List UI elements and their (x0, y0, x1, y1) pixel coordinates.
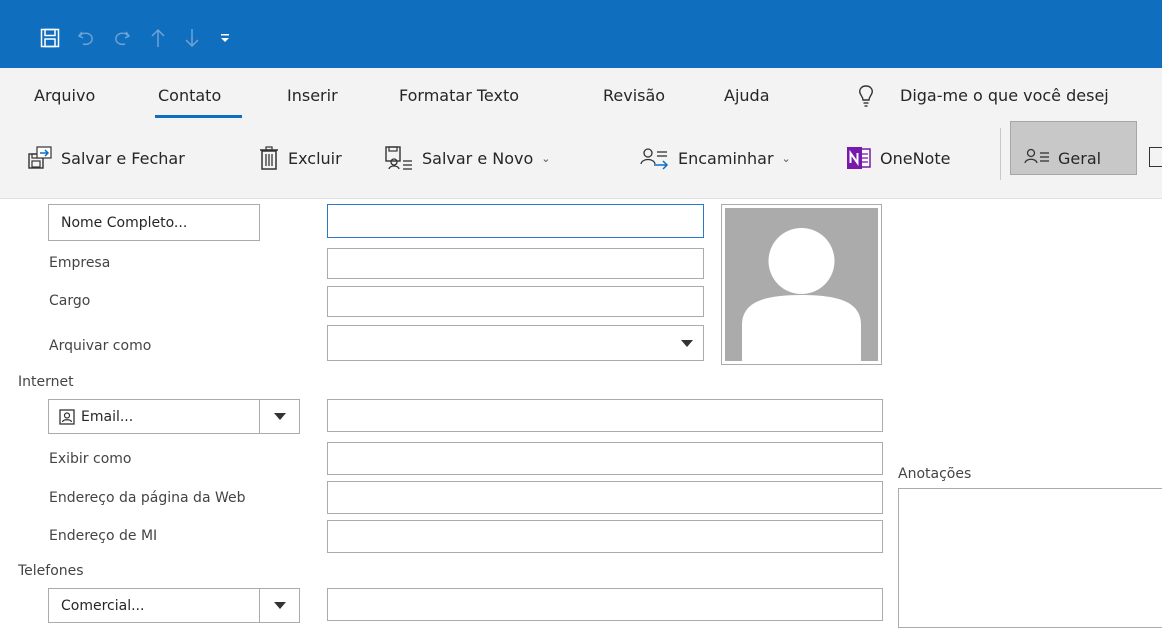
delete-button[interactable]: Excluir (258, 140, 342, 176)
trash-icon (258, 145, 280, 171)
dropdown-arrow-icon (681, 340, 693, 347)
tab-arquivo[interactable]: Arquivo (34, 86, 95, 105)
job-title-label: Cargo (49, 293, 91, 309)
phones-section-title: Telefones (18, 563, 84, 579)
undo-icon[interactable] (74, 26, 98, 50)
contact-card-icon (1024, 147, 1050, 169)
tab-ajuda[interactable]: Ajuda (724, 86, 770, 105)
save-icon[interactable] (38, 26, 62, 50)
notes-label: Anotações (898, 466, 972, 482)
email-input[interactable] (327, 399, 883, 432)
tab-inserir[interactable]: Inserir (287, 86, 338, 105)
forward-label: Encaminhar (678, 148, 774, 168)
internet-section-title: Internet (18, 374, 74, 390)
tab-contato[interactable]: Contato (158, 86, 221, 105)
email-label: Email... (81, 408, 134, 425)
address-card-icon (59, 408, 75, 425)
ribbon-divider (1000, 128, 1001, 180)
im-address-input[interactable] (327, 520, 883, 553)
forward-button[interactable]: Encaminhar ⌄ (640, 140, 791, 176)
file-as-select[interactable] (327, 325, 704, 361)
email-button[interactable]: Email... (48, 399, 260, 434)
forward-contact-icon (640, 145, 670, 171)
onenote-button[interactable]: OneNote (846, 140, 950, 176)
web-page-label: Endereço da página da Web (49, 490, 246, 506)
up-arrow-icon[interactable] (146, 26, 170, 50)
onenote-icon (846, 146, 872, 170)
general-button[interactable]: Geral (1024, 140, 1101, 176)
display-as-label: Exibir como (49, 451, 132, 467)
display-as-input[interactable] (327, 442, 883, 475)
general-label: Geral (1058, 148, 1102, 168)
down-arrow-icon[interactable] (180, 26, 204, 50)
save-close-icon (27, 145, 53, 171)
business-phone-button[interactable]: Comercial... (48, 588, 260, 623)
title-bar (0, 0, 1162, 68)
onenote-label: OneNote (880, 148, 951, 168)
full-name-input[interactable] (327, 204, 704, 238)
job-title-input[interactable] (327, 286, 704, 317)
file-as-label: Arquivar como (49, 338, 152, 354)
redo-icon[interactable] (110, 26, 134, 50)
save-new-button[interactable]: Salvar e Novo ⌄ (384, 140, 551, 176)
save-close-label: Salvar e Fechar (61, 148, 185, 168)
company-label: Empresa (49, 255, 111, 271)
dropdown-arrow-icon (273, 413, 286, 420)
save-new-icon (384, 145, 414, 171)
customize-icon[interactable] (216, 26, 234, 50)
contact-photo[interactable] (721, 204, 882, 365)
company-input[interactable] (327, 248, 704, 279)
chevron-down-icon[interactable]: ⌄ (541, 152, 550, 165)
tell-me-search[interactable]: Diga-me o que você desej (900, 86, 1109, 105)
lightbulb-icon[interactable] (857, 84, 875, 112)
dropdown-arrow-icon (273, 602, 286, 609)
business-phone-dropdown-button[interactable] (259, 588, 300, 623)
delete-label: Excluir (288, 148, 342, 168)
full-name-button[interactable]: Nome Completo... (48, 204, 260, 241)
person-silhouette-icon (725, 208, 878, 361)
im-address-label: Endereço de MI (49, 528, 158, 544)
details-icon[interactable] (1149, 147, 1162, 167)
email-dropdown-button[interactable] (259, 399, 300, 434)
save-close-button[interactable]: Salvar e Fechar (27, 140, 185, 176)
chevron-down-icon[interactable]: ⌄ (782, 152, 791, 165)
tab-formatar-texto[interactable]: Formatar Texto (399, 86, 519, 105)
web-page-input[interactable] (327, 481, 883, 514)
tab-revisao[interactable]: Revisão (603, 86, 665, 105)
notes-textarea[interactable] (898, 488, 1162, 628)
save-new-label: Salvar e Novo (422, 148, 534, 168)
business-phone-input[interactable] (327, 588, 883, 621)
